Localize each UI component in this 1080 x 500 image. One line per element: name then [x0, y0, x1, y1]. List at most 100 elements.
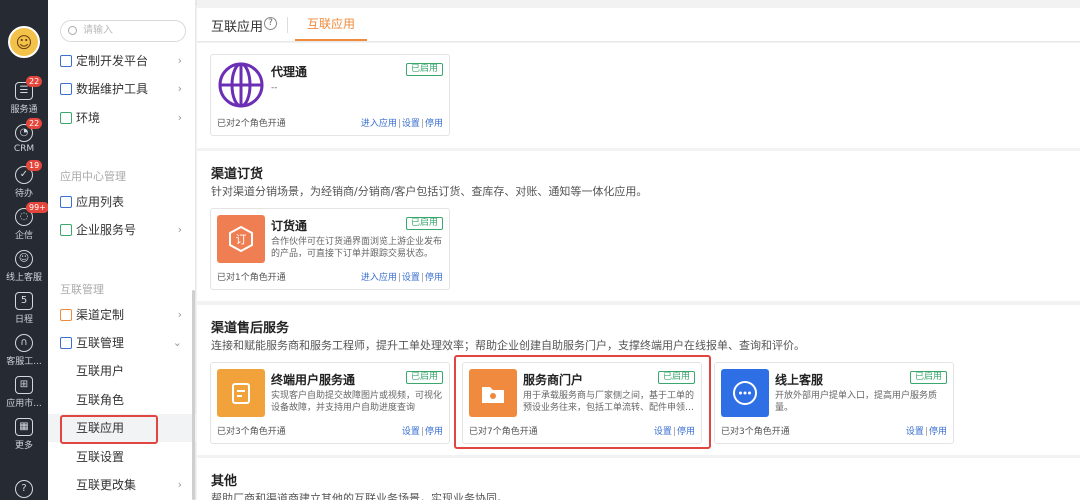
order-icon: 订 [217, 215, 265, 263]
help-icon[interactable]: ? [264, 17, 277, 30]
rail-label: 线上客服 [5, 273, 42, 283]
rail-item-calendar[interactable]: 5 日程 [0, 292, 48, 325]
menu-item-interconnect-settings[interactable]: 互联设置 [48, 443, 196, 471]
disable-link[interactable]: 停用 [929, 427, 947, 437]
chevron-right-icon: › [177, 111, 182, 124]
menu-item-custom-dev[interactable]: 定制开发平台 › [48, 47, 196, 75]
main-content: 互联应用 ? 互联应用 代理通 已启用 -- 已对2个角色开通 进入应用|设置|… [197, 0, 1080, 500]
settings-link[interactable]: 设置 [402, 119, 420, 129]
tab-interconnect-apps[interactable]: 互联应用 [295, 8, 368, 41]
rail-item-service-workbench[interactable]: ∩ 客服工... [0, 334, 48, 367]
section-other: 其他 帮助厂商和渠道商建立其他的互联业务场景，实现业务协同。 [197, 458, 1080, 500]
card-actions: 进入应用|设置|停用 [361, 270, 443, 283]
environment-icon [60, 112, 72, 124]
app-name: 代理通 [271, 65, 308, 79]
section-desc: 帮助厂商和渠道商建立其他的互联业务场景，实现业务协同。 [211, 492, 508, 500]
search-icon [68, 26, 77, 35]
section-desc: 连接和赋能服务商和服务工程师，提升工单处理效率；帮助企业创建自助服务门户，支撑终… [211, 339, 805, 352]
chevron-right-icon: › [177, 478, 182, 491]
page-title: 互联应用 [211, 20, 264, 35]
app-card-order[interactable]: 订 订货通 已启用 合作伙伴可在订货通界面浏览上游企业发布的产品，可直接下订单并… [210, 208, 450, 290]
menu-item-channel-custom[interactable]: 渠道定制 › [48, 301, 196, 329]
menu-label: 互联设置 [76, 450, 125, 464]
menu-item-interconnect-manage[interactable]: 互联管理 ⌄ [48, 329, 196, 357]
menu-label: 渠道定制 [76, 308, 125, 322]
search-placeholder: 请输入 [83, 25, 113, 36]
menu-item-interconnect-roles[interactable]: 互联角色 [48, 386, 196, 414]
app-name: 订货通 [271, 219, 308, 233]
chevron-right-icon: › [177, 308, 182, 321]
menu-section-interconnect: 互联管理 [60, 283, 104, 296]
rail-label: 应用市... [6, 399, 42, 409]
menu-search-input[interactable]: 请输入 [60, 20, 186, 42]
app-card-proxy[interactable]: 代理通 已启用 -- 已对2个角色开通 进入应用|设置|停用 [210, 54, 450, 136]
menu-item-interconnect-users[interactable]: 互联用户 [48, 357, 196, 385]
rail-label: 企信 [14, 231, 33, 241]
badge-count: 22 [26, 118, 43, 129]
rail-item-app-market[interactable]: ⊞ 应用市... [0, 376, 48, 409]
help-icon: ? [15, 480, 33, 498]
chat-icon [721, 369, 769, 417]
app-grid-icon: ⊞ [15, 376, 33, 394]
menu-item-enterprise-account[interactable]: 企业服务号 › [48, 216, 196, 244]
card-actions: 进入应用|设置|停用 [361, 116, 443, 129]
settings-link[interactable]: 设置 [906, 427, 924, 437]
rail-item-crm[interactable]: ◔ 22 CRM [0, 118, 48, 154]
rail-item-service[interactable]: ☰ 22 服务通 [0, 76, 48, 115]
menu-scrollbar[interactable] [192, 290, 195, 500]
rail-label: 服务通 [10, 105, 38, 115]
menu-label: 应用列表 [76, 195, 125, 209]
user-avatar[interactable]: ☺ [8, 26, 40, 58]
disable-link[interactable]: 停用 [425, 119, 443, 129]
app-card-online-service[interactable]: 线上客服 已启用 开放外部用户提单入口，提高用户服务质量。 已对3个角色开通 设… [714, 362, 954, 444]
section-title: 其他 [211, 474, 238, 489]
page-header: 互联应用 ? 互联应用 [197, 8, 1080, 42]
role-count: 已对1个角色开通 [217, 273, 286, 283]
status-badge: 已启用 [909, 371, 947, 384]
role-count: 已对2个角色开通 [217, 119, 286, 129]
rail-label: CRM [13, 144, 35, 154]
header-divider [287, 17, 288, 33]
headset-icon: ∩ [15, 334, 33, 352]
left-rail: ☺ ☰ 22 服务通 ◔ 22 CRM ✓ 19 待办 ◌ 99+ 企信 ☺ 线… [0, 0, 49, 500]
section-proxy: 代理通 已启用 -- 已对2个角色开通 进入应用|设置|停用 [197, 43, 1080, 148]
app-name: 终端用户服务通 [271, 373, 356, 387]
badge-count: 19 [26, 160, 43, 171]
enter-app-link[interactable]: 进入应用 [361, 119, 397, 129]
section-title: 渠道订货 [211, 167, 264, 182]
menu-item-environment[interactable]: 环境 › [48, 104, 196, 132]
menu-label: 数据维护工具 [76, 82, 149, 96]
menu-item-app-list[interactable]: 应用列表 [48, 188, 196, 216]
role-count: 已对3个角色开通 [721, 427, 790, 437]
rail-label: 客服工... [6, 357, 42, 367]
section-desc: 针对渠道分销场景，为经销商/分销商/客户包括订货、查库存、对账、通知等一体化应用… [211, 185, 648, 198]
globe-icon [217, 61, 265, 109]
settings-link[interactable]: 设置 [402, 273, 420, 283]
rail-item-online-service[interactable]: ☺ 线上客服 [0, 250, 48, 283]
menu-label: 互联角色 [76, 393, 125, 407]
rail-label: 待办 [14, 189, 33, 199]
chevron-right-icon: › [177, 82, 182, 95]
status-badge: 已启用 [405, 217, 443, 230]
highlight-box-menu [60, 415, 158, 444]
badge-count: 22 [26, 76, 43, 87]
svg-text:订: 订 [236, 233, 247, 246]
menu-item-interconnect-changesets[interactable]: 互联更改集 › [48, 471, 196, 499]
clipboard-icon [217, 369, 265, 417]
rail-item-todo[interactable]: ✓ 19 待办 [0, 160, 48, 199]
settings-link[interactable]: 设置 [402, 427, 420, 437]
rail-item-more[interactable]: ▦ 更多 [0, 418, 48, 451]
section-after-sales: 渠道售后服务 连接和赋能服务商和服务工程师，提升工单处理效率；帮助企业创建自助服… [197, 305, 1080, 455]
app-card-end-user[interactable]: 终端用户服务通 已启用 实现客户自助提交故障图片或视频，可视化设备故障，并支持用… [210, 362, 450, 444]
disable-link[interactable]: 停用 [425, 273, 443, 283]
smile-icon: ☺ [15, 250, 33, 268]
menu-item-data-tools[interactable]: 数据维护工具 › [48, 75, 196, 103]
app-desc: 实现客户自助提交故障图片或视频，可视化设备故障，并支持用户自助进度查询 [271, 391, 443, 413]
help-button[interactable]: ? [0, 480, 48, 500]
disable-link[interactable]: 停用 [425, 427, 443, 437]
role-count: 已对3个角色开通 [217, 427, 286, 437]
rail-item-messenger[interactable]: ◌ 99+ 企信 [0, 202, 49, 241]
more-grid-icon: ▦ [15, 418, 33, 436]
chevron-right-icon: › [177, 54, 182, 67]
enter-app-link[interactable]: 进入应用 [361, 273, 397, 283]
